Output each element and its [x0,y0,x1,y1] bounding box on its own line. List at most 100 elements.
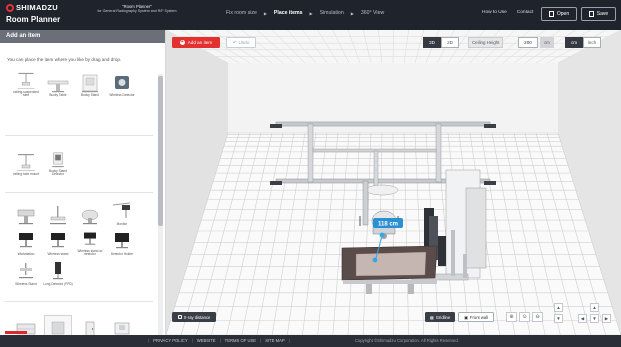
terms-of-use-link[interactable]: TERMS OF USE [225,338,256,343]
page-footer: | PRIVACY POLICY | WEBSITE | TERMS OF US… [0,335,621,347]
step-fix-room-size[interactable]: Fix room size [226,10,257,16]
panel-scrollbar[interactable] [158,74,163,347]
step-arrow-icon: ▶ [309,10,313,16]
item-detector-holder[interactable]: Detector Holder [108,230,136,257]
item-wireless-stand[interactable]: Wireless stand [44,230,72,257]
arrow-up-icon: ▲ [556,305,561,310]
contact-link[interactable]: Contact [517,10,534,15]
tagline: "Room Planner" for General Radiography S… [82,4,192,14]
item-label: ceiling-suspended tube [13,89,39,98]
step-place-items[interactable]: Place items [274,10,303,16]
item-label: Workstation [17,252,35,257]
how-to-use-link[interactable]: How to Use [482,10,507,15]
xray-distance-button[interactable]: X-ray distance [172,312,216,322]
open-button-label: Open [556,11,570,17]
pan-down-button[interactable]: ▼ [590,314,599,323]
item-wireless-stand-detector[interactable]: Wireless stand w/ detector [76,230,104,257]
website-link[interactable]: WEBSITE [197,338,216,343]
zoom-reset-button[interactable]: ⊙ [519,312,530,322]
item-accessory[interactable] [44,200,72,227]
item-accessory[interactable] [76,200,104,227]
pan-up-button[interactable]: ▲ [590,303,599,312]
item-monitor[interactable]: Monitor [108,200,136,227]
footer-divider: | [191,338,193,343]
view-2d-button[interactable]: 2D [441,37,459,48]
item-ceiling-tube[interactable]: ceiling-suspended tube [12,71,40,98]
item-accessory[interactable] [12,200,40,227]
unit-toggle: cm inch [565,37,601,48]
unit-inch-button[interactable]: inch [583,37,601,48]
ceiling-height-unit: cm [540,37,554,48]
ceiling-height-label: Ceiling Height [468,37,504,48]
save-icon [588,11,594,17]
item-label: Bucky Stand Detector [49,168,67,177]
add-item-button[interactable]: + Add an item [172,37,220,48]
app-header: SHIMADZU Room Planner "Room Planner" for… [0,0,621,30]
group-divider [5,301,153,302]
item-bucky-stand[interactable]: Bucky Stand [76,71,104,98]
item-bucky-table[interactable]: Bucky Table [44,71,72,98]
footer-divider: | [148,338,150,343]
footer-links: | PRIVACY POLICY | WEBSITE | TERMS OF US… [148,338,290,343]
unit-cm-button[interactable]: cm [565,37,583,48]
footer-divider: | [260,338,262,343]
item-label: Wireless Stand [15,282,37,287]
undo-icon: ↶ [232,39,237,45]
item-ceiling-mount[interactable]: ceiling tube mount [12,150,40,177]
pan-right-button[interactable]: ▶ [602,314,611,323]
item-label: Bucky Stand [81,93,99,98]
step-360-view[interactable]: 360° View [361,10,384,16]
room-workspace[interactable]: 118 cm + Add an item ↶ Undo 3D 2D Ceilin… [166,30,621,335]
view-3d-button[interactable]: 3D [423,37,441,48]
save-button-label: Save [596,11,609,17]
gridline-button[interactable]: ▦ Gridline [425,312,455,322]
pan-left-button[interactable]: ◀ [578,314,587,323]
step-navigation: Fix room size ▶ Place items ▶ Simulation… [226,10,384,16]
save-button[interactable]: Save [581,7,616,21]
add-item-label: Add an item [187,40,213,45]
site-map-link[interactable]: SITE MAP [265,338,285,343]
footer-divider: | [288,338,290,343]
arrow-left-icon: ◀ [580,315,585,321]
ceiling-height-input[interactable]: 200 [518,37,538,48]
step-arrow-icon: ▶ [263,10,267,16]
footer-divider: | [219,338,221,343]
scrollbar-thumb[interactable] [158,76,163,226]
front-wall-label: Front wall [469,314,489,320]
gridline-label: Gridline [435,314,451,320]
room-3d-view[interactable]: 118 cm [166,30,621,335]
plus-icon: + [179,39,185,45]
item-label: Wireless stand w/ detector [77,248,103,257]
undo-button[interactable]: ↶ Undo [226,37,256,48]
item-label: Wireless stand [47,252,69,257]
rotate-up-button[interactable]: ▲ [554,303,563,312]
item-workstation[interactable]: Workstation [12,230,40,257]
shimadzu-mark-icon [6,3,14,12]
front-wall-button[interactable]: ▣ Front wall [458,312,494,322]
step-arrow-icon: ▶ [350,10,354,16]
tagline-subtitle: for General Radiography System and R/F S… [97,9,177,13]
arrow-right-icon: ▶ [604,315,609,321]
grid-icon: ▦ [429,314,434,320]
zoom-in-icon: ⊕ [509,314,514,320]
checkbox-icon [177,315,182,319]
open-button[interactable]: Open [541,7,577,21]
arrow-up-icon: ▲ [592,305,597,310]
item-wireless-detector[interactable]: Wireless Detector [108,71,136,98]
wall-icon: ▣ [463,314,468,320]
rotate-down-button[interactable]: ▼ [554,314,563,323]
zoom-out-button[interactable]: ⊖ [532,312,543,322]
zoom-in-button[interactable]: ⊕ [506,312,517,322]
item-long-detector[interactable]: Long Detector (FPD) [43,260,73,287]
item-label: ceiling tube mount [13,172,39,177]
arrow-down-icon: ▼ [556,316,561,321]
zoom-reset-icon: ⊙ [522,314,527,320]
item-bucky-stand-detector[interactable]: Bucky Stand Detector [44,150,72,177]
xray-distance-label: 118 cm [373,218,403,228]
panel-title: Add an item [0,30,165,43]
group-divider [5,135,153,136]
item-wireless-stand-2[interactable]: Wireless Stand [12,260,40,287]
privacy-policy-link[interactable]: PRIVACY POLICY [153,338,188,343]
item-label: Detector Holder [110,252,134,257]
step-simulation[interactable]: Simulation [320,10,344,16]
